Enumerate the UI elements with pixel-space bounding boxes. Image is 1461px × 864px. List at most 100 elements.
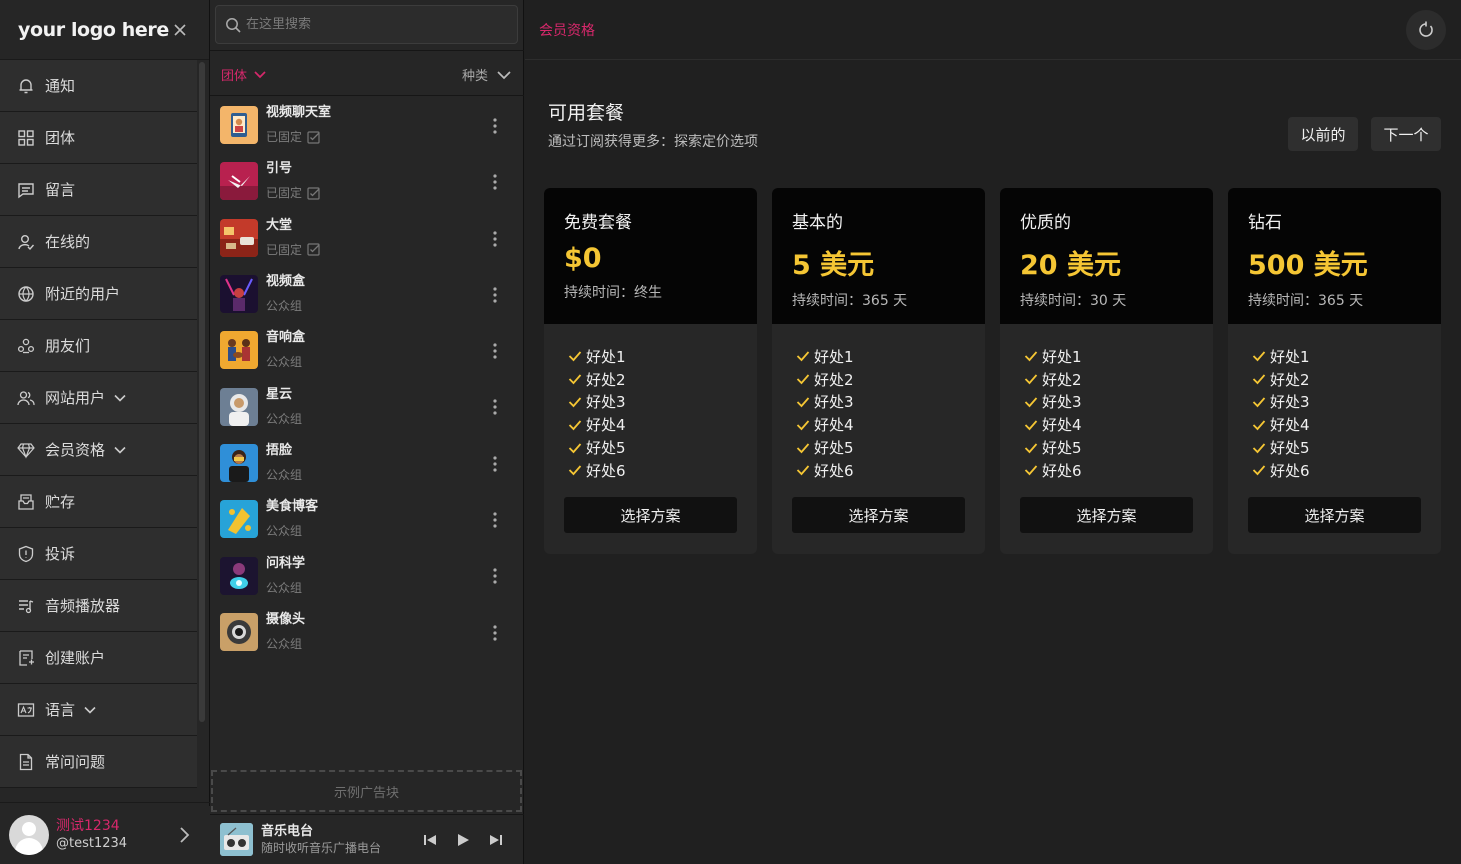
select-plan-button[interactable]: 选择方案 (564, 497, 737, 533)
bell-icon (16, 76, 36, 96)
group-name: 捂脸 (266, 442, 293, 458)
avatar[interactable] (9, 815, 49, 855)
sidebar-item-label: 会员资格 (45, 441, 106, 459)
sidebar-item-label: 通知 (45, 77, 76, 95)
plan-duration: 持续时间：365 天 (792, 293, 908, 309)
group-filter-dropdown[interactable]: 团体 (221, 65, 267, 84)
category-filter-dropdown[interactable]: 种类 (462, 65, 512, 84)
list-item[interactable]: 视频聊天室 已固定 (210, 97, 524, 153)
player-title: 音乐电台 (261, 823, 314, 839)
sidebar-item-label: 网站用户 (45, 389, 106, 407)
sidebar-item-audio-player[interactable]: 音频播放器 (0, 580, 197, 632)
check-icon (568, 351, 582, 362)
list-item[interactable]: 视频盒 公众组 (210, 266, 524, 322)
more-options-icon[interactable] (490, 229, 500, 249)
check-icon (1252, 351, 1266, 362)
sidebar-item-membership[interactable]: 会员资格 (0, 424, 197, 476)
user-profile[interactable]: 测试1234 @test1234 (0, 806, 210, 864)
sidebar-item-notifications[interactable]: 通知 (0, 60, 197, 112)
previous-button[interactable]: 以前的 (1288, 117, 1358, 151)
select-plan-button[interactable]: 选择方案 (1020, 497, 1193, 533)
sidebar-item-label: 在线的 (45, 233, 91, 251)
benefit-item: 好处4 (796, 413, 985, 436)
more-options-icon[interactable] (490, 285, 500, 305)
list-item[interactable]: 引号 已固定 (210, 153, 524, 209)
plan-price: $0 (564, 243, 602, 274)
plan-card-diamond: 钻石 500 美元 持续时间：365 天 好处1 好处2 好处3 好处4 好处5… (1228, 188, 1441, 554)
plan-name: 基本的 (792, 213, 843, 233)
sidebar-item-messages[interactable]: 留言 (0, 164, 197, 216)
sidebar-item-storage[interactable]: 贮存 (0, 476, 197, 528)
list-item[interactable]: 大堂 已固定 (210, 210, 524, 266)
more-options-icon[interactable] (490, 566, 500, 586)
plan-name: 钻石 (1248, 213, 1282, 233)
list-item[interactable]: 美食博客 公众组 (210, 491, 524, 547)
refresh-button[interactable] (1406, 10, 1446, 50)
list-item[interactable]: 音响盒 公众组 (210, 322, 524, 378)
chevron-down-icon[interactable] (83, 703, 97, 717)
diamond-icon (16, 440, 36, 460)
chevron-right-icon[interactable] (178, 826, 192, 844)
check-icon (1024, 420, 1038, 431)
create-account-icon (16, 648, 36, 668)
search-box[interactable] (215, 5, 518, 44)
select-plan-button[interactable]: 选择方案 (1248, 497, 1421, 533)
sidebar-item-create-account[interactable]: 创建账户 (0, 632, 197, 684)
next-button[interactable]: 下一个 (1371, 117, 1441, 151)
group-thumbnail (220, 162, 258, 201)
more-options-icon[interactable] (490, 397, 500, 417)
group-filter-label: 团体 (221, 69, 248, 84)
list-item[interactable]: 摄像头 公众组 (210, 604, 524, 660)
sidebar-item-complaints[interactable]: 投诉 (0, 528, 197, 580)
skip-back-icon[interactable] (422, 832, 438, 848)
plan-duration: 持续时间：终生 (564, 285, 662, 301)
close-icon[interactable] (172, 22, 188, 38)
play-icon[interactable] (455, 832, 471, 848)
skip-forward-icon[interactable] (488, 832, 504, 848)
sidebar-item-label: 创建账户 (45, 649, 106, 667)
breadcrumb[interactable]: 会员资格 (539, 20, 595, 40)
sidebar-item-groups[interactable]: 团体 (0, 112, 197, 164)
ad-label: 示例广告块 (333, 785, 399, 801)
plan-price: 20 美元 (1020, 250, 1121, 281)
more-options-icon[interactable] (490, 510, 500, 530)
check-icon (1252, 465, 1266, 476)
more-options-icon[interactable] (490, 454, 500, 474)
more-options-icon[interactable] (490, 341, 500, 361)
search-input[interactable] (246, 17, 506, 32)
benefit-item: 好处6 (1024, 459, 1213, 482)
check-icon (796, 397, 810, 408)
list-item[interactable]: 捂脸 公众组 (210, 435, 524, 491)
top-bar: 会员资格 (525, 0, 1461, 60)
sidebar-item-friends[interactable]: 朋友们 (0, 320, 197, 372)
logo[interactable]: your logo here (18, 19, 169, 41)
group-status: 公众组 (266, 355, 303, 370)
plan-price: 500 美元 (1248, 250, 1368, 281)
more-options-icon[interactable] (490, 116, 500, 136)
chevron-down-icon (497, 70, 511, 79)
list-item[interactable]: 星云 公众组 (210, 378, 524, 434)
plan-list: 免费套餐 $0 持续时间：终生 好处1 好处2 好处3 好处4 好处5 好处6 … (544, 188, 1442, 554)
list-item[interactable]: 问科学 公众组 (210, 547, 524, 603)
sidebar-item-language[interactable]: 语言 (0, 684, 197, 736)
check-icon (796, 420, 810, 431)
sidebar-item-nearby-users[interactable]: 附近的用户 (0, 268, 197, 320)
more-options-icon[interactable] (490, 172, 500, 192)
chevron-down-icon[interactable] (113, 391, 127, 405)
select-plan-button[interactable]: 选择方案 (792, 497, 965, 533)
plan-card-free: 免费套餐 $0 持续时间：终生 好处1 好处2 好处3 好处4 好处5 好处6 … (544, 188, 757, 554)
group-status: 公众组 (266, 411, 303, 426)
ad-block[interactable]: 示例广告块 (211, 770, 522, 812)
plan-name: 免费套餐 (564, 213, 632, 233)
sidebar-item-faq[interactable]: 常问问题 (0, 736, 197, 788)
playlist-icon (16, 596, 36, 616)
sidebar-item-online[interactable]: 在线的 (0, 216, 197, 268)
chevron-down-icon[interactable] (113, 443, 127, 457)
sidebar-item-site-users[interactable]: 网站用户 (0, 372, 197, 424)
check-icon (1024, 351, 1038, 362)
refresh-icon (1419, 21, 1433, 37)
more-options-icon[interactable] (490, 623, 500, 643)
player-thumbnail[interactable] (220, 823, 253, 856)
sidebar-scrollbar[interactable] (199, 62, 205, 722)
benefit-item: 好处1 (1024, 345, 1213, 368)
